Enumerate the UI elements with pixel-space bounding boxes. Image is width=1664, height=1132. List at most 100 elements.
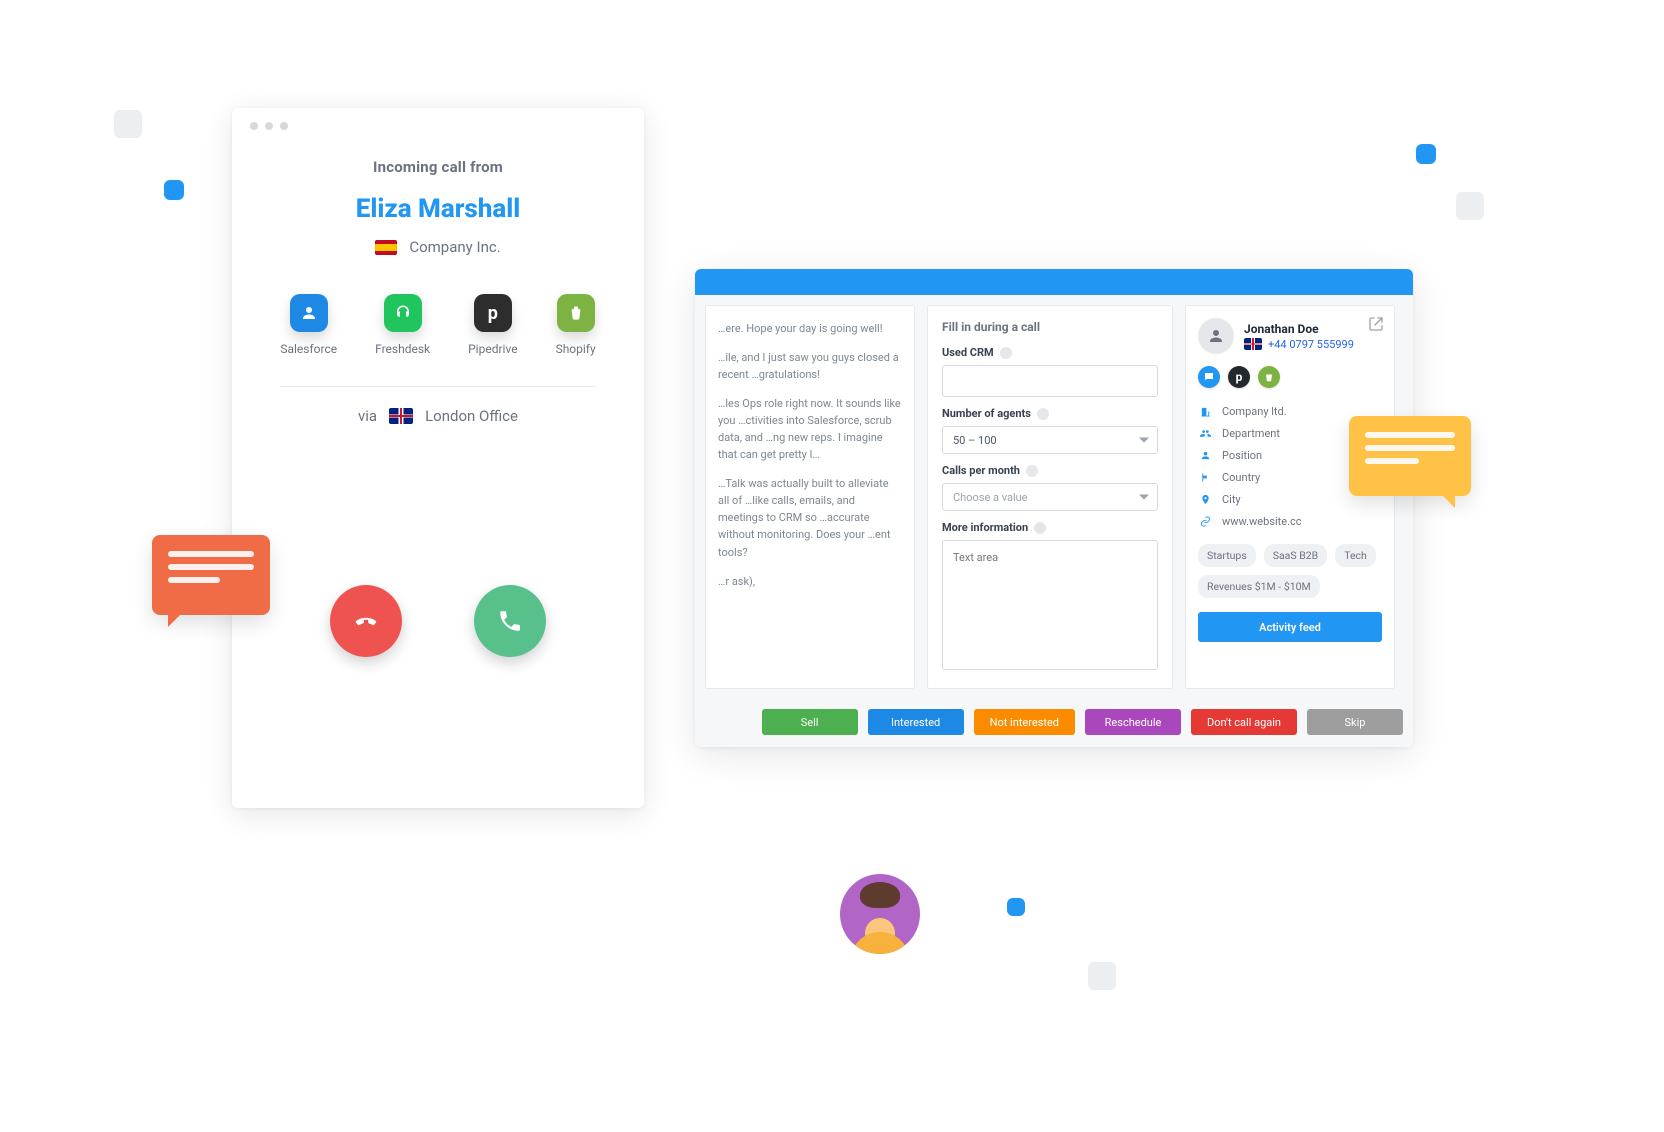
phone-hangup-icon (353, 608, 379, 634)
call-form-panel: Fill in during a call Used CRM Number of… (927, 305, 1173, 689)
agents-label: Number of agents (942, 407, 1158, 420)
sell-button[interactable]: Sell (762, 709, 858, 735)
caller-company-line: Company Inc. (256, 238, 620, 256)
more-info-textarea[interactable] (942, 540, 1158, 670)
bubble-line (1365, 432, 1455, 438)
window-dot (250, 122, 258, 130)
info-icon (1037, 408, 1049, 420)
salesforce-icon (290, 294, 328, 332)
chat-bubble-yellow (1349, 416, 1471, 496)
chevron-down-icon (1139, 438, 1149, 443)
call-script-panel: …ere. Hope your day is going well! …ile,… (705, 305, 915, 689)
caller-company: Company Inc. (409, 238, 500, 256)
call-outcome-actions: Sell Interested Not interested Reschedul… (695, 699, 1413, 747)
info-website[interactable]: www.website.cc (1198, 510, 1382, 532)
integration-pipedrive[interactable]: p Pipedrive (468, 294, 517, 356)
decline-call-button[interactable] (330, 585, 402, 657)
calls-placeholder: Choose a value (953, 491, 1028, 504)
calls-per-month-select[interactable]: Choose a value (942, 483, 1158, 511)
flag-gb-icon (389, 408, 413, 424)
more-info-label: More information (942, 521, 1158, 534)
freshdesk-icon (384, 294, 422, 332)
skip-button[interactable]: Skip (1307, 709, 1403, 735)
not-interested-button[interactable]: Not interested (974, 709, 1075, 735)
contact-panel: Jonathan Doe +44 0797 555999 p (1185, 305, 1395, 689)
deco-square-gray (1088, 962, 1116, 990)
activity-feed-button[interactable]: Activity feed (1198, 612, 1382, 642)
crm-window: …ere. Hope your day is going well! …ile,… (695, 269, 1413, 747)
tag[interactable]: Tech (1335, 544, 1376, 567)
reschedule-button[interactable]: Reschedule (1085, 709, 1181, 735)
info-icon (1026, 465, 1038, 477)
contact-phone[interactable]: +44 0797 555999 (1244, 338, 1354, 351)
location-icon (1198, 492, 1212, 506)
tag[interactable]: Startups (1198, 544, 1256, 567)
incoming-call-label: Incoming call from (256, 158, 620, 176)
deco-square-blue (1416, 144, 1436, 164)
window-dot (280, 122, 288, 130)
agent-avatar (840, 874, 920, 954)
link-icon (1198, 514, 1212, 528)
integration-label: Pipedrive (468, 342, 517, 356)
divider (280, 386, 596, 387)
app-badge-chat-icon[interactable] (1198, 366, 1220, 388)
bubble-line (1365, 445, 1455, 451)
building-icon (1198, 404, 1212, 418)
app-badges: p (1198, 366, 1382, 388)
app-badge-shopify-icon[interactable] (1258, 366, 1280, 388)
tag[interactable]: SaaS B2B (1264, 544, 1327, 567)
caller-name: Eliza Marshall (256, 194, 620, 224)
flag-es-icon (375, 240, 397, 255)
info-icon (1000, 347, 1012, 359)
bubble-line (1365, 458, 1419, 464)
interested-button[interactable]: Interested (868, 709, 964, 735)
info-icon (1034, 522, 1046, 534)
script-line: …ere. Hope your day is going well! (718, 320, 902, 337)
window-dots (232, 122, 644, 130)
deco-square-blue (1007, 898, 1025, 916)
pipedrive-icon: p (474, 294, 512, 332)
integration-salesforce[interactable]: Salesforce (280, 294, 337, 356)
flag-gb-icon (1244, 338, 1262, 350)
bubble-line (168, 551, 254, 557)
via-line: via London Office (256, 407, 620, 425)
people-icon (1198, 426, 1212, 440)
integration-label: Salesforce (280, 342, 337, 356)
script-line: …Talk was actually built to alleviate al… (718, 475, 902, 560)
deco-square-gray (114, 110, 142, 138)
accept-call-button[interactable] (474, 585, 546, 657)
script-line: …ile, and I just saw you guys closed a r… (718, 349, 902, 383)
via-label: via (358, 407, 377, 425)
bubble-line (168, 577, 220, 583)
open-external-icon[interactable] (1368, 316, 1384, 332)
agents-select[interactable]: 50 – 100 (942, 426, 1158, 454)
contact-avatar (1198, 318, 1234, 354)
window-dot (265, 122, 273, 130)
agents-selected-value: 50 – 100 (953, 434, 997, 447)
phone-icon (497, 608, 523, 634)
shopify-icon (557, 294, 595, 332)
deco-square-gray (1456, 192, 1484, 220)
office-name: London Office (425, 407, 518, 425)
dont-call-again-button[interactable]: Don't call again (1191, 709, 1297, 735)
used-crm-input[interactable] (942, 365, 1158, 397)
script-line: …les Ops role right now. It sounds like … (718, 395, 902, 463)
contact-name: Jonathan Doe (1244, 322, 1354, 336)
flag-icon (1198, 470, 1212, 484)
integration-label: Shopify (556, 342, 596, 356)
chat-bubble-orange (152, 535, 270, 615)
used-crm-label: Used CRM (942, 346, 1158, 359)
bubble-line (168, 564, 254, 570)
person-icon (1198, 448, 1212, 462)
integration-shopify[interactable]: Shopify (556, 294, 596, 356)
tag[interactable]: Revenues $1M - $10M (1198, 575, 1320, 598)
integration-freshdesk[interactable]: Freshdesk (375, 294, 430, 356)
script-line: …r ask), (718, 573, 902, 590)
app-badge-pipedrive-icon[interactable]: p (1228, 366, 1250, 388)
calls-per-month-label: Calls per month (942, 464, 1158, 477)
integrations-row: Salesforce Freshdesk p Pipedrive Sho (256, 294, 620, 356)
deco-square-blue (164, 180, 184, 200)
crm-topbar (695, 269, 1413, 295)
form-title: Fill in during a call (942, 320, 1158, 334)
contact-tags: Startups SaaS B2B Tech Revenues $1M - $1… (1198, 544, 1382, 598)
